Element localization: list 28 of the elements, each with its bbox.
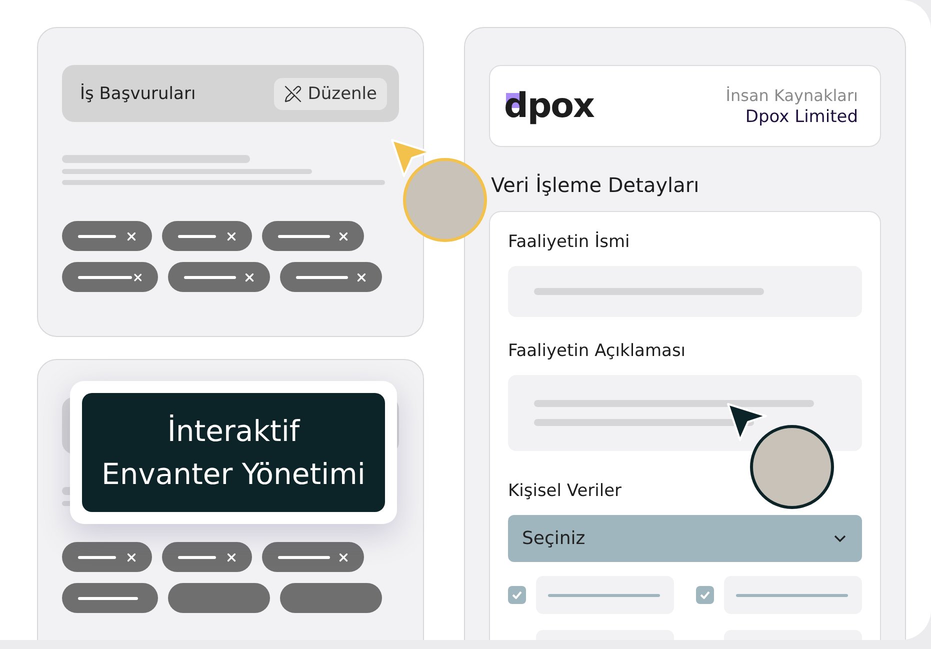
check-icon	[512, 591, 522, 599]
input-field[interactable]	[508, 375, 862, 451]
remove-icon[interactable]	[337, 230, 350, 242]
field-label: Faaliyetin İsmi	[508, 232, 631, 252]
department-text: İnsan Kaynakları	[726, 86, 858, 104]
select-dropdown[interactable]: Seçiniz	[508, 515, 862, 562]
chevron-icon	[834, 535, 846, 542]
logo: dpox	[504, 89, 594, 123]
check-icon	[700, 591, 710, 599]
remove-icon[interactable]	[225, 230, 238, 242]
cursor-icon	[724, 400, 768, 444]
remove-icon[interactable]	[125, 230, 138, 242]
remove-icon[interactable]	[355, 270, 368, 284]
company-name: Dpox Limited	[745, 106, 858, 126]
card-title: İş Başvuruları	[80, 84, 196, 104]
remove-icon[interactable]	[243, 270, 256, 284]
remove-icon[interactable]	[125, 550, 138, 564]
field-label: Kişisel Veriler	[508, 481, 623, 501]
edit-button[interactable]: Düzenle	[274, 78, 387, 110]
checkbox[interactable]	[508, 586, 526, 604]
checkbox[interactable]	[696, 586, 714, 604]
callout-text: İnteraktif Envanter Yönetimi	[82, 393, 385, 512]
pen-off-icon	[284, 84, 302, 102]
section-heading: Veri İşleme Detayları	[491, 173, 700, 197]
field-label: Faaliyetin Açıklaması	[508, 341, 687, 361]
remove-icon[interactable]	[337, 550, 350, 564]
input-field[interactable]	[508, 266, 862, 317]
remove-icon[interactable]	[225, 550, 238, 564]
